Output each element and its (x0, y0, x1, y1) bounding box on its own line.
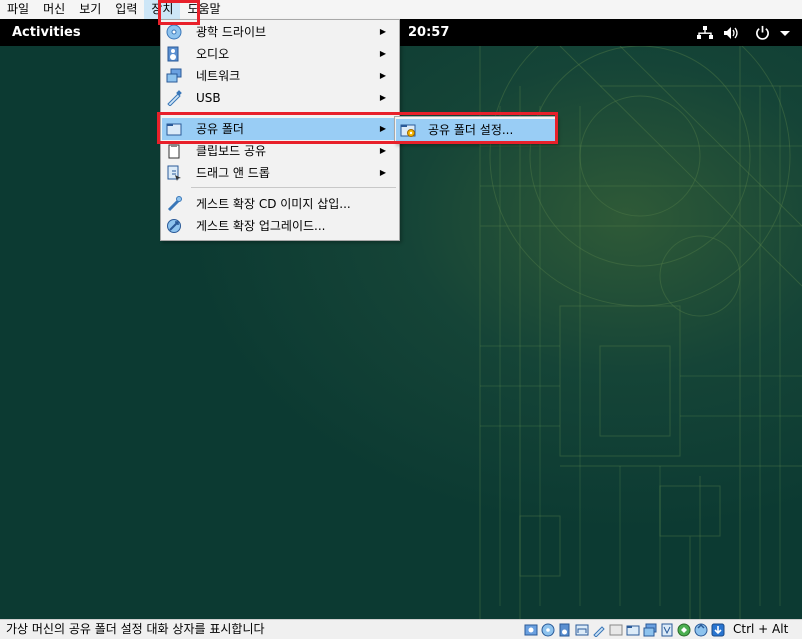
menu-item-insert-guest-additions[interactable]: 게스트 확장 CD 이미지 삽입... (162, 193, 398, 215)
drag-drop-icon (167, 165, 181, 181)
usb-status-icon[interactable] (591, 622, 606, 637)
submenu-arrow-icon: ▶ (379, 71, 386, 80)
display-status-icon[interactable] (608, 622, 623, 637)
clock[interactable]: 20:57 (408, 19, 449, 46)
network-adapter-icon (166, 68, 182, 83)
network-icon (697, 25, 713, 40)
activities-button[interactable]: Activities (12, 19, 81, 46)
audio-icon (167, 46, 179, 62)
menu-machine[interactable]: 머신 (36, 0, 72, 19)
submenu-arrow-icon: ▶ (379, 49, 386, 58)
hard-disk-status-icon[interactable] (523, 622, 538, 637)
usb-icon (167, 90, 182, 106)
submenu-arrow-icon: ▶ (379, 168, 386, 177)
guest-screen[interactable]: Activities 20:57 (0, 19, 802, 619)
shared-folder-status-icon[interactable] (625, 622, 640, 637)
network-status-icon[interactable] (574, 622, 589, 637)
host-key-label: Ctrl + Alt (733, 622, 789, 636)
menu-item-audio[interactable]: 오디오 ▶ (162, 43, 398, 65)
volume-icon (723, 26, 739, 40)
menu-item-label: 게스트 확장 CD 이미지 삽입... (196, 197, 351, 211)
menu-item-label: 공유 폴더 (196, 122, 244, 136)
submenu-arrow-icon: ▶ (379, 27, 386, 36)
menu-item-label: 게스트 확장 업그레이드... (196, 219, 326, 233)
menu-item-upgrade-guest-additions[interactable]: 게스트 확장 업그레이드... (162, 215, 398, 237)
shared-folder-settings-icon (400, 124, 416, 137)
menu-input[interactable]: 입력 (108, 0, 144, 19)
power-icon (755, 25, 770, 40)
menu-item-usb[interactable]: USB ▶ (162, 87, 398, 109)
shared-folder-icon (166, 123, 182, 136)
vm-menubar: 파일 머신 보기 입력 장치 도움말 (0, 0, 802, 19)
chevron-down-icon (780, 29, 790, 37)
menu-item-label: 공유 폴더 설정... (428, 123, 514, 137)
mouse-integration-status-icon[interactable] (693, 622, 708, 637)
keyboard-capture-status-icon[interactable] (710, 622, 725, 637)
menu-item-label: 드래그 앤 드롭 (196, 166, 270, 180)
devices-menu: 광학 드라이브 ▶ 오디오 ▶ 네트워크 ▶ USB ▶ 공유 폴더 ▶ 클립보… (160, 19, 400, 241)
screen-capture-status-icon[interactable] (642, 622, 657, 637)
shared-folders-submenu: 공유 폴더 설정... (394, 116, 557, 144)
menu-item-optical-drive[interactable]: 광학 드라이브 ▶ (162, 21, 398, 43)
menu-item-label: 네트워크 (196, 69, 241, 83)
audio-status-icon[interactable] (557, 622, 572, 637)
submenu-arrow-icon: ▶ (379, 93, 386, 102)
vm-status-bar: 가상 머신의 공유 폴더 설정 대화 상자를 표시합니다 Ctrl + Alt (0, 619, 802, 639)
submenu-arrow-icon: ▶ (379, 146, 386, 155)
menu-item-shared-folder-settings[interactable]: 공유 폴더 설정... (396, 119, 555, 141)
guest-additions-upgrade-icon (167, 219, 181, 233)
status-indicators (523, 621, 725, 638)
menu-item-network[interactable]: 네트워크 ▶ (162, 65, 398, 87)
guest-additions-cd-icon (167, 196, 182, 212)
menu-item-clipboard[interactable]: 클립보드 공유 ▶ (162, 140, 398, 162)
menu-item-label: 오디오 (196, 47, 230, 61)
system-tray[interactable] (697, 19, 790, 46)
optical-drive-icon (166, 24, 182, 40)
status-message: 가상 머신의 공유 폴더 설정 대화 상자를 표시합니다 (6, 622, 265, 636)
recording-status-icon[interactable] (659, 622, 674, 637)
menu-item-label: 클립보드 공유 (196, 144, 267, 158)
menu-file[interactable]: 파일 (0, 0, 36, 19)
menu-help[interactable]: 도움말 (180, 0, 227, 19)
vt-x-status-icon[interactable] (676, 622, 691, 637)
menu-item-shared-folders[interactable]: 공유 폴더 ▶ (162, 118, 398, 140)
optical-drive-status-icon[interactable] (540, 622, 555, 637)
clipboard-icon (168, 144, 180, 159)
gnome-top-bar: Activities 20:57 (0, 19, 802, 46)
menu-item-drag-drop[interactable]: 드래그 앤 드롭 ▶ (162, 162, 398, 184)
menu-separator (191, 187, 396, 188)
menu-devices[interactable]: 장치 (144, 0, 181, 19)
menu-view[interactable]: 보기 (72, 0, 108, 19)
menu-separator (191, 112, 396, 113)
menu-item-label: 광학 드라이브 (196, 25, 267, 39)
submenu-arrow-icon: ▶ (379, 124, 386, 133)
menu-item-label: USB (196, 91, 221, 105)
